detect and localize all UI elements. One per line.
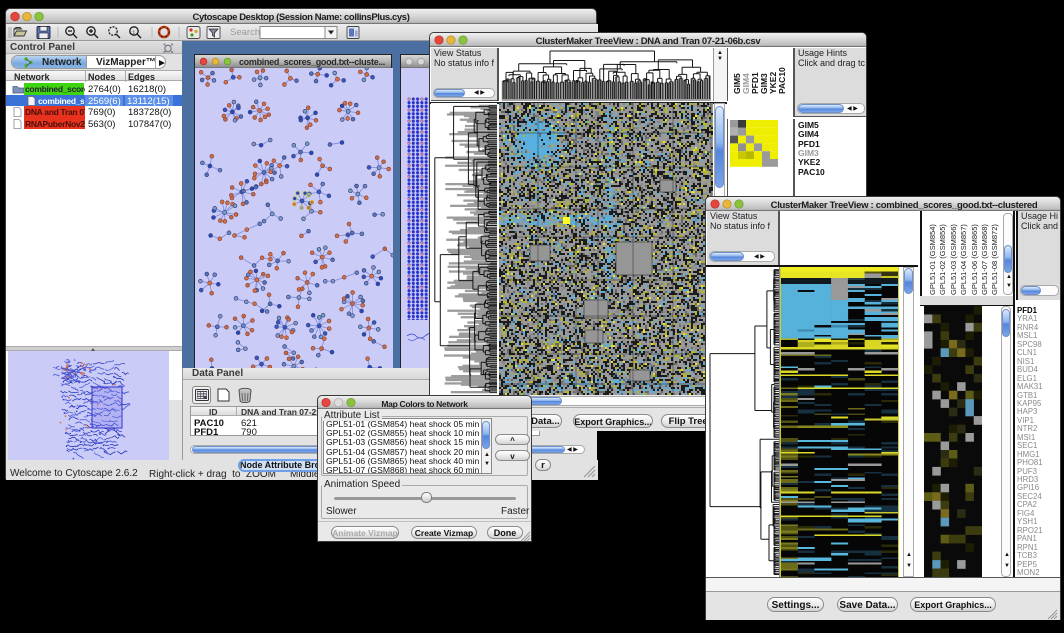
- svg-text:Search:: Search:: [230, 27, 263, 38]
- svg-text:1:1: 1:1: [129, 30, 136, 35]
